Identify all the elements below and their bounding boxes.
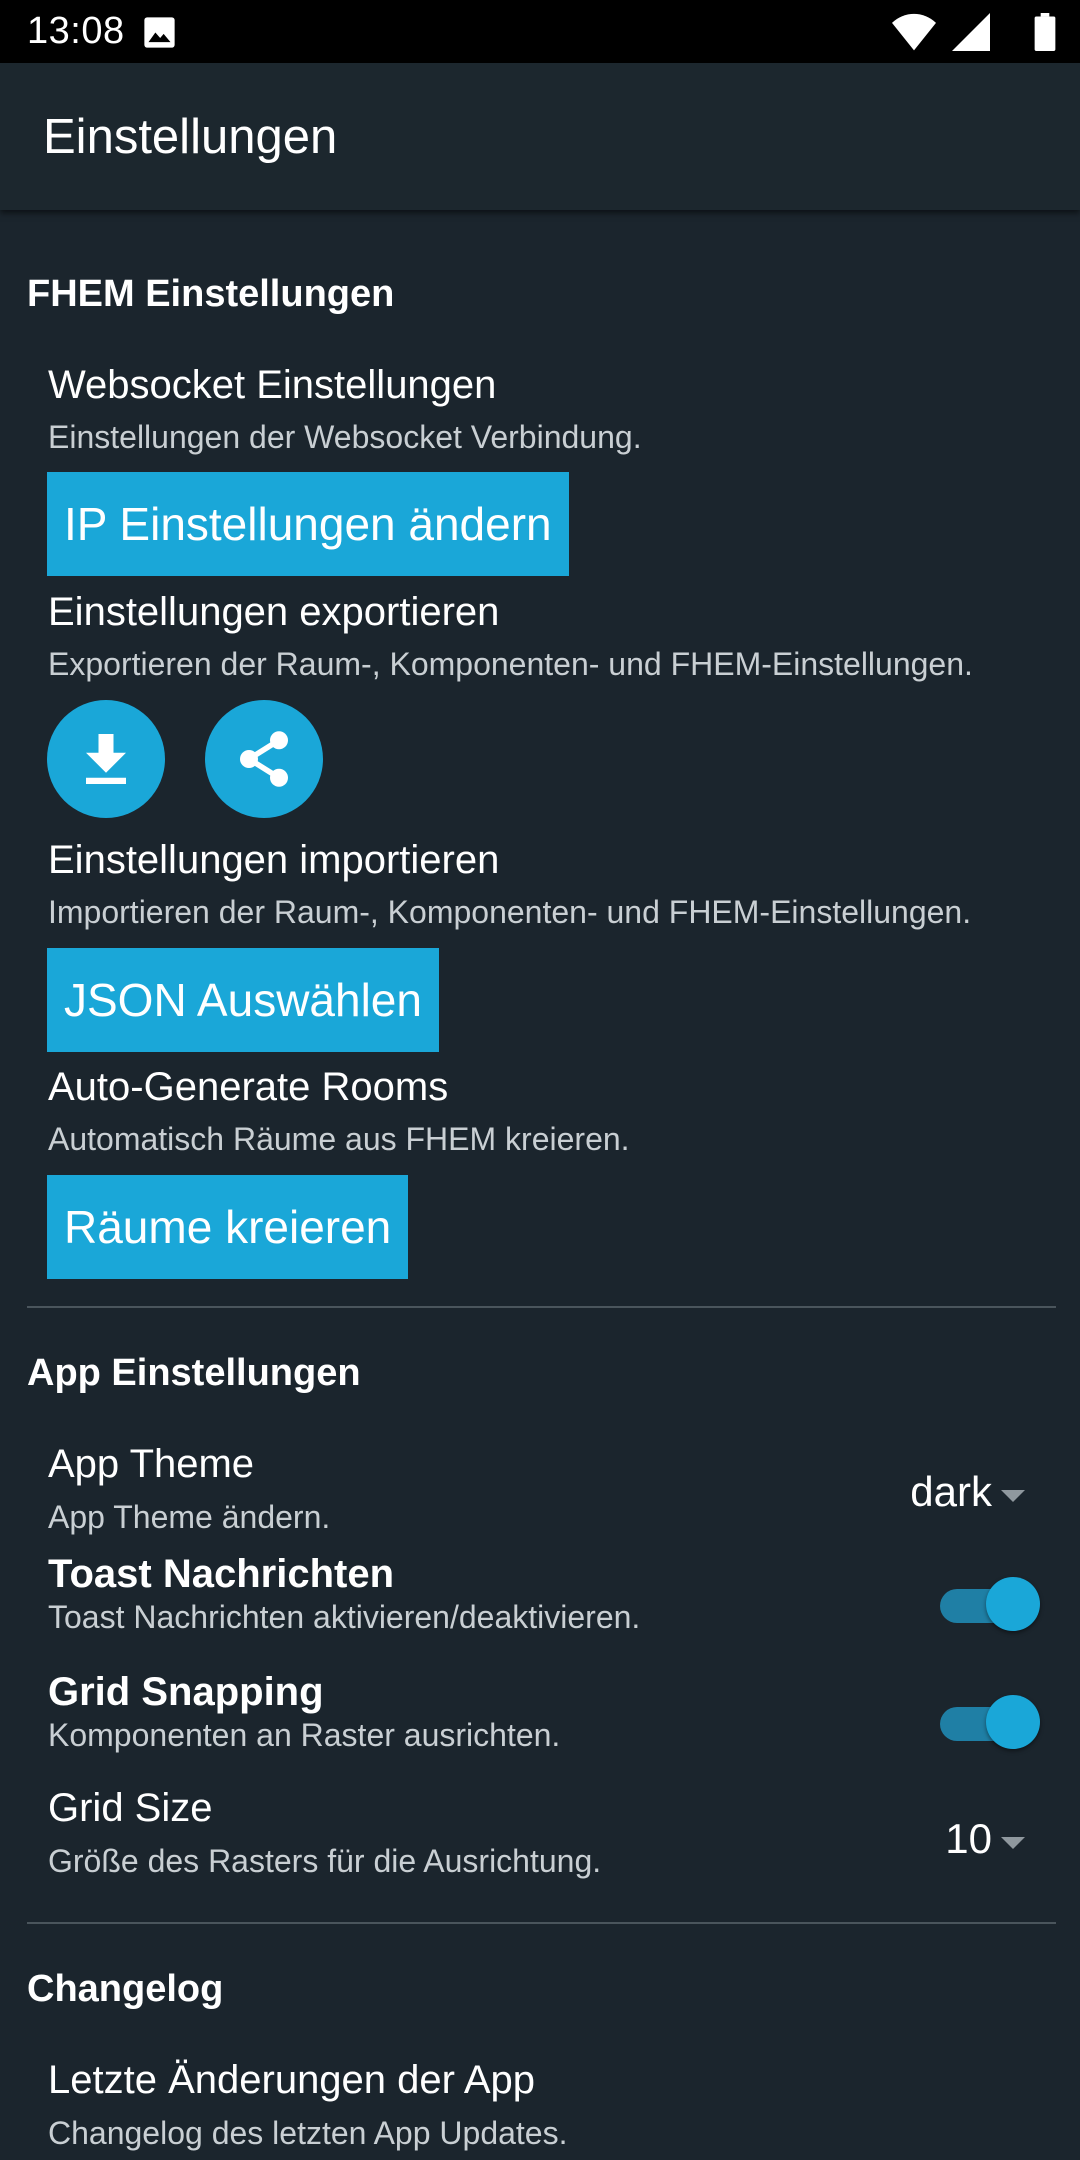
app-theme-title: App Theme [48, 1442, 255, 1486]
app-theme-dropdown[interactable]: dark [870, 1468, 1050, 1528]
share-icon [240, 731, 288, 787]
grid-size-title: Grid Size [48, 1786, 213, 1830]
latest-changes-title[interactable]: Letzte Änderungen der App [48, 2058, 535, 2103]
websocket-settings-subtitle: Einstellungen der Websocket Verbindung. [48, 419, 642, 455]
toast-messages-toggle[interactable] [940, 1577, 1040, 1631]
grid-snapping-toggle[interactable] [940, 1695, 1040, 1749]
app-theme-subtitle: App Theme ändern. [48, 1499, 331, 1535]
import-settings-subtitle: Importieren der Raum-, Komponenten- und … [48, 894, 972, 930]
select-json-button[interactable]: JSON Auswählen [47, 948, 439, 1052]
section-title-changelog: Changelog [27, 1968, 224, 2010]
export-settings-subtitle: Exportieren der Raum-, Komponenten- und … [48, 646, 973, 682]
wifi-icon [892, 13, 936, 51]
section-title-fhem: FHEM Einstellungen [27, 273, 395, 315]
auto-generate-rooms-title: Auto-Generate Rooms [48, 1065, 449, 1109]
status-time: 13:08 [27, 10, 125, 52]
change-ip-settings-button[interactable]: IP Einstellungen ändern [47, 472, 569, 576]
page-title: Einstellungen [43, 110, 338, 164]
toast-messages-title: Toast Nachrichten [48, 1552, 394, 1596]
import-settings-title: Einstellungen importieren [48, 838, 500, 882]
export-settings-title: Einstellungen exportieren [48, 590, 500, 634]
toggle-thumb [986, 1695, 1040, 1749]
status-bar: 13:08 [0, 0, 1080, 63]
signal-icon [952, 13, 990, 51]
auto-generate-rooms-subtitle: Automatisch Räume aus FHEM kreieren. [48, 1121, 630, 1157]
toast-messages-subtitle: Toast Nachrichten aktivieren/deaktiviere… [48, 1599, 641, 1635]
app-theme-value: dark [910, 1468, 992, 1515]
grid-size-dropdown[interactable]: 10 [870, 1815, 1050, 1875]
battery-icon [1034, 13, 1056, 51]
create-rooms-button[interactable]: Räume kreieren [47, 1175, 409, 1279]
websocket-settings-title: Websocket Einstellungen [48, 363, 497, 407]
image-icon [143, 16, 176, 49]
section-divider [27, 1306, 1056, 1308]
caret-down-icon [1001, 1837, 1025, 1849]
share-button[interactable] [205, 700, 323, 818]
download-button[interactable] [47, 700, 165, 818]
grid-size-subtitle: Größe des Rasters für die Ausrichtung. [48, 1843, 602, 1879]
grid-snapping-title: Grid Snapping [48, 1670, 324, 1714]
caret-down-icon [1001, 1490, 1025, 1502]
toggle-thumb [986, 1577, 1040, 1631]
section-title-app: App Einstellungen [27, 1352, 361, 1394]
download-icon [86, 734, 126, 784]
latest-changes-subtitle: Changelog des letzten App Updates. [48, 2115, 568, 2151]
section-divider [27, 1922, 1056, 1924]
settings-content[interactable]: FHEM Einstellungen Websocket Einstellung… [0, 210, 1080, 2160]
grid-snapping-subtitle: Komponenten an Raster ausrichten. [48, 1717, 561, 1753]
app-bar: Einstellungen [0, 63, 1080, 210]
grid-size-value: 10 [945, 1815, 992, 1862]
